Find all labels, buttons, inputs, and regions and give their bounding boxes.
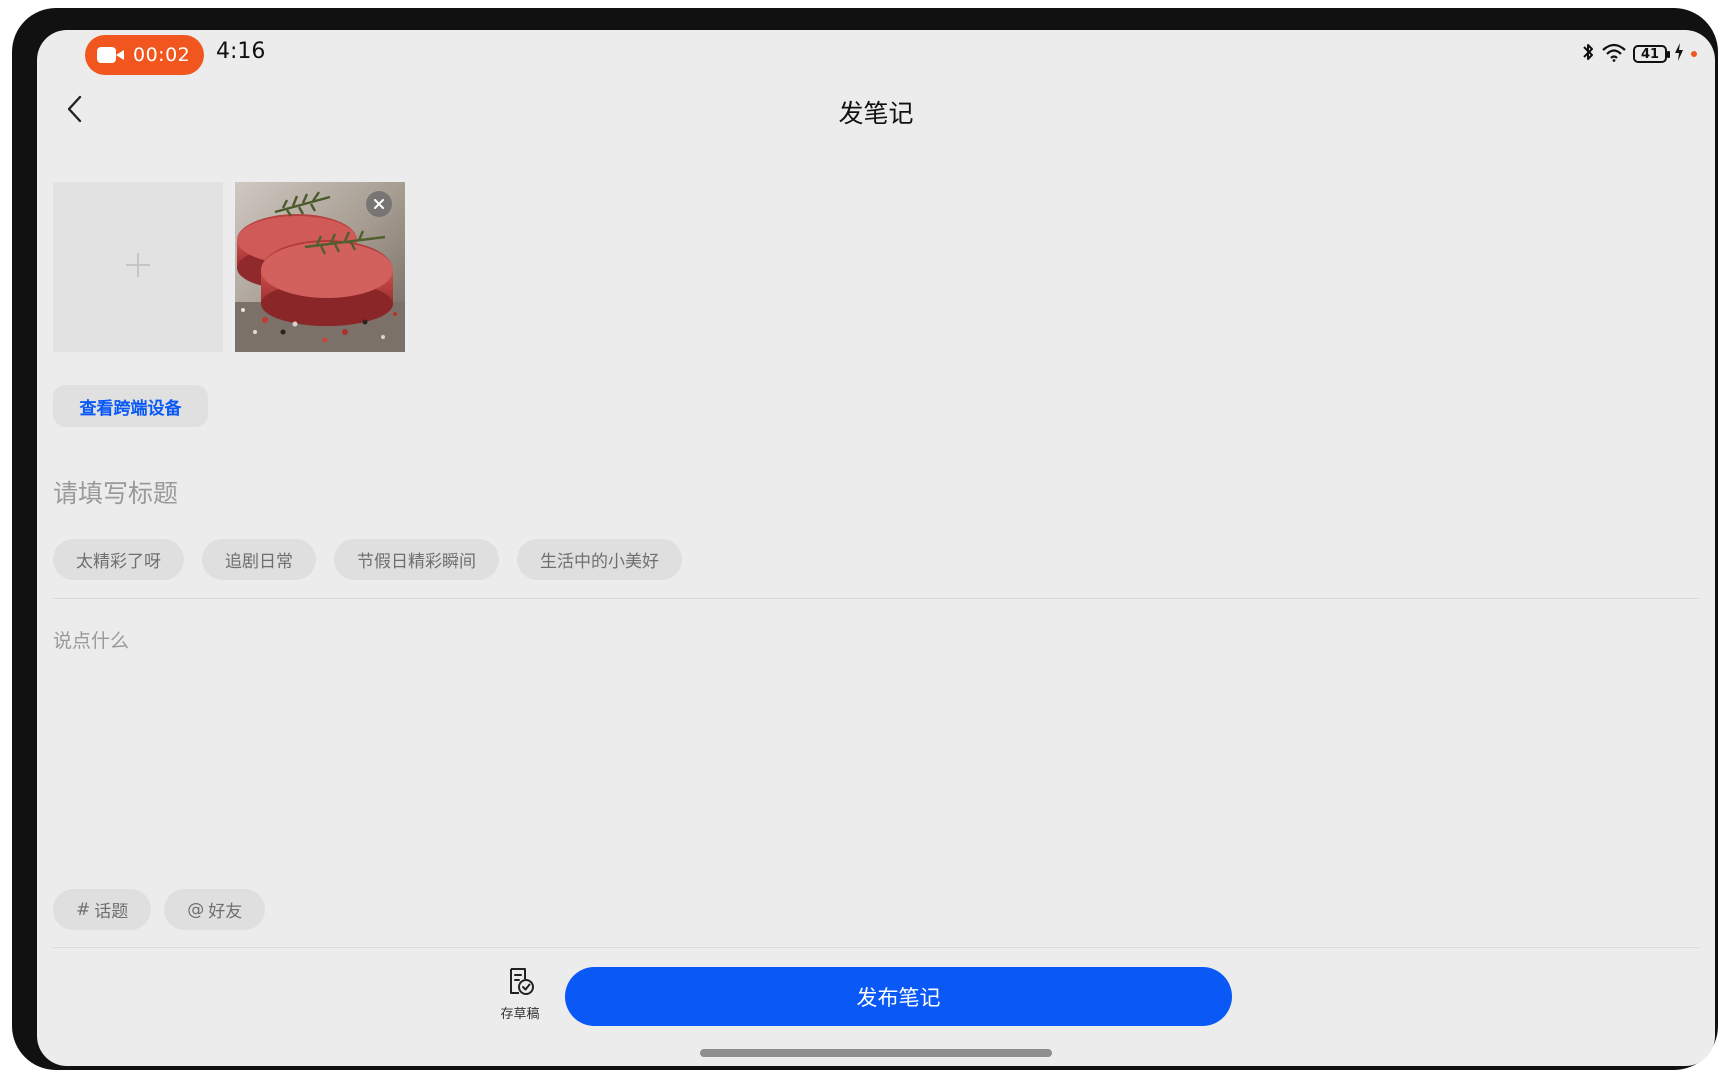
suggestion-chip[interactable]: 追剧日常 [202, 539, 316, 580]
insert-chips: # 话题 @ 好友 [53, 889, 266, 930]
title-input[interactable] [53, 475, 1653, 511]
wifi-icon [1601, 42, 1627, 66]
publish-note-button[interactable]: 发布笔记 [565, 967, 1232, 1026]
close-icon [373, 195, 385, 214]
status-clock: 4:16 [216, 39, 266, 64]
battery-icon: 41 [1633, 45, 1670, 63]
view-cross-device-button[interactable]: 查看跨端设备 [53, 385, 208, 427]
screen-recording-indicator[interactable]: 00:02 [85, 35, 204, 75]
page-title: 发笔记 [838, 99, 914, 128]
suggestion-chip[interactable]: 节假日精彩瞬间 [334, 539, 499, 580]
bluetooth-icon [1581, 42, 1595, 66]
mention-friend-label: 好友 [208, 902, 243, 922]
body-textarea[interactable] [53, 626, 1693, 876]
recording-time: 00:02 [133, 44, 191, 66]
suggested-title-chips: 太精彩了呀 追剧日常 节假日精彩瞬间 生活中的小美好 [53, 539, 682, 580]
suggestion-chip[interactable]: 太精彩了呀 [53, 539, 184, 580]
add-topic-label: 话题 [94, 902, 129, 922]
video-camera-icon [97, 46, 125, 64]
device-frame: 00:02 4:16 41 发笔记 查看跨端设备 请填写标题 太精彩了呀 追剧日… [12, 8, 1718, 1070]
hash-icon: # [76, 899, 91, 920]
at-icon: @ [187, 899, 205, 920]
charging-icon [1673, 42, 1685, 66]
battery-level: 41 [1640, 46, 1660, 62]
draft-icon [504, 968, 536, 1001]
divider [53, 598, 1699, 599]
notification-dot [1691, 51, 1697, 57]
add-media-button[interactable] [53, 182, 223, 352]
mention-friend-button[interactable]: @ 好友 [164, 889, 266, 930]
screen: 00:02 4:16 41 发笔记 查看跨端设备 请填写标题 太精彩了呀 追剧日… [37, 30, 1715, 1066]
status-icons: 41 [1581, 42, 1697, 66]
home-indicator[interactable] [700, 1049, 1052, 1057]
save-draft-button[interactable]: 存草稿 [495, 965, 545, 1022]
remove-photo-button[interactable] [366, 191, 392, 217]
photo-thumbnail[interactable] [235, 182, 405, 352]
plus-icon [124, 251, 152, 283]
add-topic-button[interactable]: # 话题 [53, 889, 152, 930]
divider [53, 947, 1699, 948]
suggestion-chip[interactable]: 生活中的小美好 [517, 539, 682, 580]
save-draft-label: 存草稿 [500, 1007, 540, 1022]
